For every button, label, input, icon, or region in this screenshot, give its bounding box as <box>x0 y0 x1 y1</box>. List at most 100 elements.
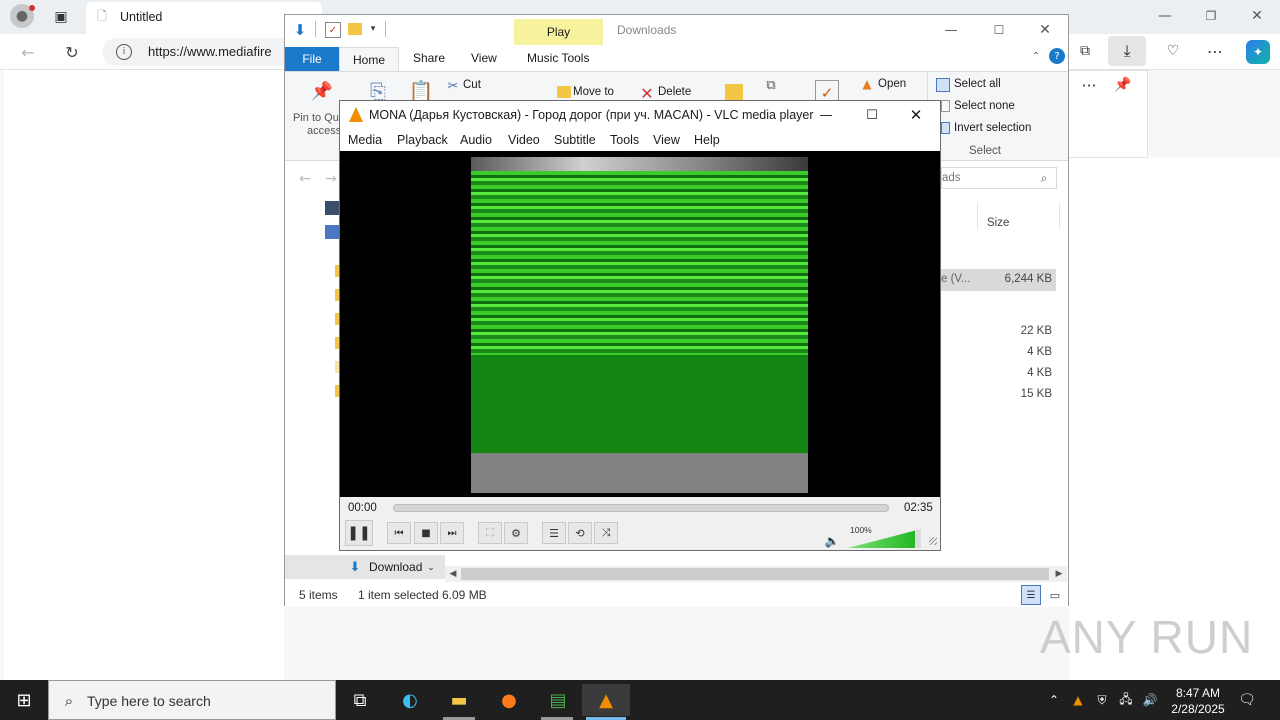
table-row[interactable]: 4 KB <box>941 342 1056 362</box>
cut-label[interactable]: Cut <box>463 79 481 91</box>
minimize-icon[interactable]: — <box>1154 6 1176 26</box>
menu-help[interactable]: Help <box>694 133 720 147</box>
qat-dropdown-icon[interactable]: ▾ <box>367 23 379 35</box>
select-none-icon[interactable] <box>941 100 950 112</box>
search-icon[interactable]: ⌕ <box>1036 170 1052 186</box>
pause-button[interactable]: ❚❚ <box>345 520 373 546</box>
playlist-button[interactable]: ☰ <box>542 522 566 544</box>
menu-video[interactable]: Video <box>508 133 540 147</box>
vlc-taskbar-icon[interactable]: ▲ <box>582 684 630 716</box>
restore-icon[interactable]: ❐ <box>1200 6 1222 26</box>
copilot-icon[interactable]: ✦ <box>1246 40 1270 64</box>
select-all-label[interactable]: Select all <box>954 78 1001 90</box>
maximize-icon[interactable]: ☐ <box>862 106 882 124</box>
previous-button[interactable]: ⏮ <box>387 522 411 544</box>
delete-label[interactable]: Delete <box>658 86 691 98</box>
minimize-icon[interactable]: — <box>816 106 836 124</box>
menu-view[interactable]: View <box>653 133 680 147</box>
tab-home[interactable]: Home <box>339 47 399 72</box>
contextual-tab-play[interactable]: Play <box>514 19 603 45</box>
select-all-icon[interactable] <box>936 78 950 92</box>
browser-essentials-icon[interactable]: ♡ <box>1162 40 1184 62</box>
select-none-label[interactable]: Select none <box>954 100 1015 112</box>
open-label[interactable]: Open <box>878 78 906 90</box>
invert-selection-icon[interactable] <box>941 122 950 134</box>
edge-icon[interactable]: ◐ <box>390 684 430 716</box>
new-item-icon[interactable]: ⧉ <box>761 76 781 94</box>
help-icon[interactable]: ? <box>1049 48 1065 64</box>
minimize-icon[interactable]: — <box>941 21 961 39</box>
properties-icon[interactable]: ✓ <box>325 22 341 38</box>
loop-button[interactable]: ⟲ <box>568 522 592 544</box>
scroll-right-icon[interactable]: ▶ <box>1053 568 1065 580</box>
firefox-icon[interactable]: ● <box>489 684 529 716</box>
back-icon[interactable]: ← <box>16 40 40 64</box>
defender-icon[interactable]: ⛨ <box>1094 690 1110 710</box>
notepad-icon[interactable]: ▤ <box>538 684 578 716</box>
nav-item-downloads[interactable]: ⬇ Download ⌄ <box>285 555 445 579</box>
tab-share[interactable]: Share <box>413 51 445 65</box>
network-icon[interactable]: 🖧 <box>1118 690 1134 710</box>
scroll-left-icon[interactable]: ◀ <box>447 568 459 580</box>
video-area[interactable] <box>340 151 940 497</box>
cut-icon[interactable]: ✂ <box>445 78 461 94</box>
move-to-icon[interactable] <box>557 86 571 98</box>
menu-audio[interactable]: Audio <box>460 133 492 147</box>
tab-music-tools[interactable]: Music Tools <box>527 51 589 65</box>
videos-nav-icon[interactable] <box>325 201 339 215</box>
open-icon[interactable]: ▲ <box>859 76 875 92</box>
seek-bar[interactable] <box>393 504 889 512</box>
task-view-icon[interactable]: ⧉ <box>340 684 380 716</box>
stop-button[interactable]: ■ <box>414 522 438 544</box>
invert-selection-label[interactable]: Invert selection <box>954 122 1031 134</box>
close-icon[interactable]: ✕ <box>1035 21 1055 39</box>
file-explorer-icon[interactable]: ▬ <box>439 684 479 716</box>
fullscreen-button[interactable]: ⛶ <box>478 522 502 544</box>
column-header-size[interactable]: Size <box>987 217 1009 229</box>
menu-media[interactable]: Media <box>348 133 382 147</box>
table-row[interactable]: 22 KB <box>941 321 1056 341</box>
info-icon[interactable]: i <box>116 44 132 60</box>
start-button[interactable]: ⊞ <box>4 684 44 716</box>
shuffle-button[interactable]: ⤨ <box>594 522 618 544</box>
tab-view[interactable]: View <box>471 51 497 65</box>
clock[interactable]: 8:47 AM 2/28/2025 <box>1168 684 1228 720</box>
details-view-icon[interactable]: ☰ <box>1021 585 1041 605</box>
vlc-tray-icon[interactable]: ▲ <box>1070 690 1086 710</box>
menu-playback[interactable]: Playback <box>397 133 448 147</box>
collections-icon[interactable]: ⧉ <box>1074 40 1096 62</box>
table-row[interactable]: e (V... 6,244 KB <box>941 269 1056 291</box>
scroll-thumb[interactable] <box>461 568 1049 580</box>
delete-icon[interactable]: ✕ <box>639 84 655 103</box>
pin-label[interactable]: Pin to Qu <box>293 112 339 124</box>
download-icon[interactable]: ⤓ <box>1108 36 1146 66</box>
search-box[interactable]: ads ⌕ <box>941 167 1057 189</box>
large-icons-view-icon[interactable]: ▭ <box>1045 585 1065 605</box>
notifications-icon[interactable]: 🗨 <box>1236 688 1258 712</box>
chevron-up-icon[interactable]: ⌃ <box>1046 690 1062 710</box>
refresh-icon[interactable]: ↻ <box>60 40 84 64</box>
tab-actions-icon[interactable]: ▣ <box>50 6 72 28</box>
move-to-label[interactable]: Move to <box>573 86 614 98</box>
resize-grip[interactable] <box>929 537 937 545</box>
address-bar[interactable]: i https://www.mediafire <box>102 38 302 66</box>
collapse-ribbon-icon[interactable]: ⌃ <box>1029 49 1043 63</box>
back-icon[interactable]: ← <box>295 169 315 189</box>
forward-icon[interactable]: → <box>321 169 341 189</box>
close-icon[interactable]: ✕ <box>906 106 926 124</box>
table-row[interactable]: 4 KB <box>941 363 1056 383</box>
speaker-icon[interactable]: 🔊 <box>1142 690 1158 710</box>
this-pc-nav-icon[interactable] <box>325 225 339 239</box>
more-icon[interactable]: ⋯ <box>1204 40 1226 62</box>
maximize-icon[interactable]: ☐ <box>989 21 1009 39</box>
more-options-icon[interactable]: ··· <box>1077 73 1101 97</box>
url-text[interactable]: https://www.mediafire <box>148 44 272 59</box>
chevron-down-icon[interactable]: ⌄ <box>425 561 437 575</box>
folder-icon[interactable] <box>348 23 362 35</box>
taskbar-search[interactable]: ⌕ Type here to search <box>48 680 336 720</box>
next-button[interactable]: ⏭ <box>440 522 464 544</box>
pin-icon[interactable]: 📌 <box>311 80 333 102</box>
close-icon[interactable]: ✕ <box>1246 6 1268 26</box>
pin-icon[interactable]: 📌 <box>1111 73 1135 97</box>
time-total[interactable]: 02:35 <box>904 502 933 514</box>
